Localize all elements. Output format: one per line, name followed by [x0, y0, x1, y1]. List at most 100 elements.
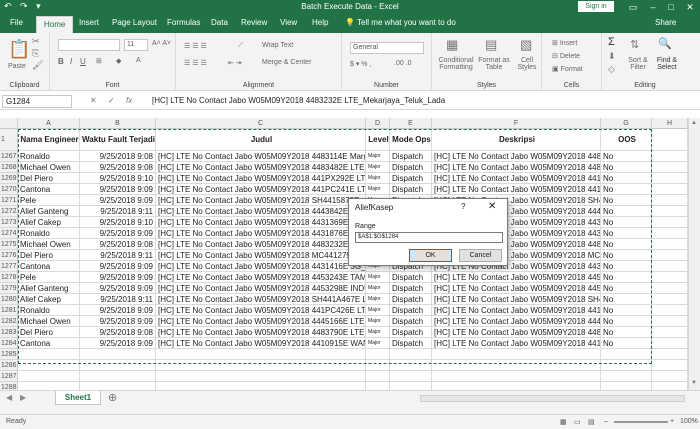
- clear-icon[interactable]: ◇: [608, 64, 615, 75]
- empty-cell[interactable]: [432, 360, 601, 371]
- delete-cells-button[interactable]: ⊟ Delete: [552, 52, 580, 60]
- cell-g[interactable]: No: [601, 272, 652, 283]
- share-button[interactable]: Share: [655, 18, 676, 27]
- column-header-c[interactable]: C: [156, 118, 366, 129]
- ok-button[interactable]: OK: [409, 249, 452, 262]
- row-number[interactable]: 1268: [0, 162, 18, 173]
- cancel-entry-icon[interactable]: ✕: [90, 96, 97, 105]
- empty-cell[interactable]: [156, 371, 366, 382]
- paste-button[interactable]: Paste: [8, 63, 26, 70]
- font-color-icon[interactable]: A: [136, 57, 141, 64]
- cell-f[interactable]: [HC] LTE No Contact Jabo W05M09Y2018 448…: [432, 151, 601, 162]
- cell-c[interactable]: [HC] LTE No Contact Jabo W05M09Y2018 445…: [156, 283, 366, 294]
- cell-e[interactable]: Dispatch: [390, 173, 432, 184]
- cell-b[interactable]: 9/25/2018 9:09: [80, 338, 156, 349]
- view-page-break-icon[interactable]: ▤: [588, 418, 595, 426]
- cell-d[interactable]: Major: [366, 173, 390, 184]
- empty-cell[interactable]: [652, 349, 688, 360]
- sort-filter-button[interactable]: Sort & Filter: [626, 57, 650, 71]
- cell-styles-button[interactable]: Cell Styles: [514, 57, 540, 71]
- tell-me-search[interactable]: 💡 Tell me what you want to do: [345, 18, 456, 27]
- cell-g[interactable]: No: [601, 151, 652, 162]
- cell-g[interactable]: No: [601, 294, 652, 305]
- column-header-e[interactable]: E: [390, 118, 432, 129]
- empty-cell[interactable]: [652, 382, 688, 390]
- empty-cell[interactable]: [80, 382, 156, 390]
- cell-f[interactable]: [HC] LTE No Contact Jabo W05M09Y2018 441…: [432, 305, 601, 316]
- row-number[interactable]: 1284: [0, 338, 18, 349]
- font-name-input[interactable]: [58, 39, 120, 51]
- range-input[interactable]: $A$1:$G$1284: [355, 232, 503, 243]
- cell-b[interactable]: 9/25/2018 9:08: [80, 151, 156, 162]
- cell-d[interactable]: Major: [366, 283, 390, 294]
- cell-g[interactable]: No: [601, 316, 652, 327]
- help-icon[interactable]: ?: [461, 202, 465, 211]
- empty-cell[interactable]: [652, 228, 688, 239]
- empty-cell[interactable]: [156, 360, 366, 371]
- cell-e[interactable]: Dispatch: [390, 272, 432, 283]
- cell-e[interactable]: Dispatch: [390, 327, 432, 338]
- column-header-b[interactable]: B: [80, 118, 156, 129]
- empty-cell[interactable]: [18, 349, 80, 360]
- empty-cell[interactable]: [652, 151, 688, 162]
- header-cell[interactable]: Nama Engineer: [18, 129, 80, 151]
- format-as-table-button[interactable]: Format as Table: [478, 57, 510, 71]
- row-number[interactable]: 1277: [0, 261, 18, 272]
- column-header-h[interactable]: H: [652, 118, 688, 129]
- empty-cell[interactable]: [652, 360, 688, 371]
- tab-page-layout[interactable]: Page Layout: [112, 18, 157, 27]
- cell-d[interactable]: Major: [366, 162, 390, 173]
- empty-cell[interactable]: [432, 349, 601, 360]
- cell-a[interactable]: Del Piero: [18, 173, 80, 184]
- column-header-a[interactable]: A: [18, 118, 80, 129]
- sort-filter-icon[interactable]: ⇅: [630, 38, 639, 51]
- cell-d[interactable]: Major: [366, 151, 390, 162]
- empty-cell[interactable]: [652, 327, 688, 338]
- cell-b[interactable]: 9/25/2018 9:08: [80, 162, 156, 173]
- cell-c[interactable]: [HC] LTE No Contact Jabo W05M09Y2018 441…: [156, 173, 366, 184]
- underline-icon[interactable]: U: [80, 57, 86, 66]
- tab-formulas[interactable]: Formulas: [167, 18, 200, 27]
- cell-a[interactable]: Alief Cakep: [18, 217, 80, 228]
- row-number[interactable]: 1271: [0, 195, 18, 206]
- empty-cell[interactable]: [432, 371, 601, 382]
- header-cell[interactable]: Waktu Fault Terjadi: [80, 129, 156, 151]
- row-number[interactable]: 1272: [0, 206, 18, 217]
- copy-icon[interactable]: ⎘: [32, 48, 39, 59]
- cell-a[interactable]: Alief Ganteng: [18, 206, 80, 217]
- cell-d[interactable]: Major: [366, 327, 390, 338]
- empty-cell[interactable]: [390, 382, 432, 390]
- empty-cell[interactable]: [366, 360, 390, 371]
- cell-g[interactable]: No: [601, 173, 652, 184]
- row-number[interactable]: 1279: [0, 283, 18, 294]
- sheet-nav-right-icon[interactable]: ▶: [20, 393, 26, 402]
- empty-cell[interactable]: [652, 173, 688, 184]
- cell-f[interactable]: [HC] LTE No Contact Jabo W05M09Y2018 SH4…: [432, 294, 601, 305]
- header-cell[interactable]: OOS: [601, 129, 652, 151]
- cell-e[interactable]: Dispatch: [390, 316, 432, 327]
- cell-c[interactable]: [HC] LTE No Contact Jabo W05M09Y2018 443…: [156, 261, 366, 272]
- cell-g[interactable]: No: [601, 305, 652, 316]
- cell-a[interactable]: Michael Owen: [18, 239, 80, 250]
- scroll-up-icon[interactable]: ▲: [691, 120, 697, 126]
- empty-cell[interactable]: [652, 184, 688, 195]
- insert-cells-button[interactable]: ⊞ Insert: [552, 39, 577, 47]
- tab-help[interactable]: Help: [312, 18, 328, 27]
- cell-f[interactable]: [HC] LTE No Contact Jabo W05M09Y2018 445…: [432, 272, 601, 283]
- row-number[interactable]: 1278: [0, 272, 18, 283]
- cell-a[interactable]: Cantona: [18, 184, 80, 195]
- header-cell[interactable]: Judul: [156, 129, 366, 151]
- tab-insert[interactable]: Insert: [79, 18, 99, 27]
- decimal-icon[interactable]: .00 .0: [394, 60, 412, 67]
- close-icon[interactable]: ✕: [680, 0, 700, 14]
- tab-view[interactable]: View: [280, 18, 297, 27]
- dialog-close-icon[interactable]: ✕: [488, 201, 496, 212]
- empty-cell[interactable]: [18, 371, 80, 382]
- autosum-icon[interactable]: Σ: [608, 36, 615, 48]
- cell-f[interactable]: [HC] LTE No Contact Jabo W05M09Y2018 448…: [432, 327, 601, 338]
- cell-b[interactable]: 9/25/2018 9:08: [80, 327, 156, 338]
- cell-e[interactable]: Dispatch: [390, 305, 432, 316]
- cell-d[interactable]: Major: [366, 305, 390, 316]
- cell-a[interactable]: Cantona: [18, 261, 80, 272]
- cell-f[interactable]: [HC] LTE No Contact Jabo W05M09Y2018 441…: [432, 184, 601, 195]
